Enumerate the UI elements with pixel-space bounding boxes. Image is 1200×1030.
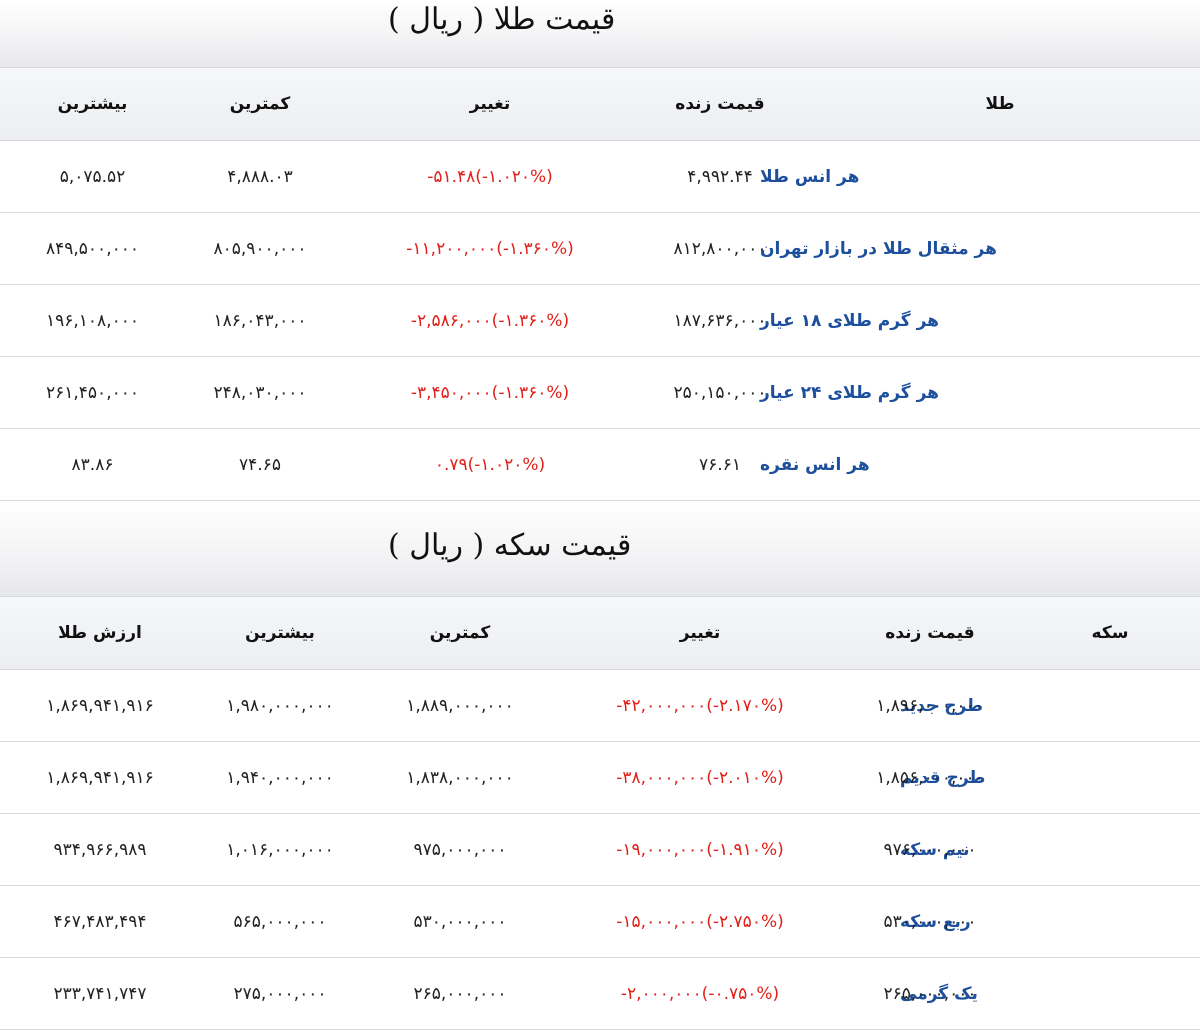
coin-row: نیم سکه ۹۷۶,۰۰۰,۰۰۰ -۱۹,۰۰۰,۰۰۰(-۱.۹۱۰%)…	[0, 814, 1200, 886]
live-price-cell: ۱,۸۹۶,۰۰۰,۰۰۰	[876, 695, 984, 716]
live-price-cell: ۲۶۵,۰۰۰,۰۰۰	[883, 983, 977, 1004]
coin-row: طرح قدیم ۱,۸۵۶,۰۰۰,۰۰۰ -۳۸,۰۰۰,۰۰۰(-۲.۰۱…	[0, 742, 1200, 814]
gold-row: هر مثقال طلا در بازار تهران ۸۱۲,۸۰۰,۰۰۰ …	[0, 213, 1200, 285]
min-cell: ۱۸۶,۰۴۳,۰۰۰	[213, 310, 307, 331]
change-cell: -۵۱.۴۸(-۱.۰۲۰%)	[427, 166, 553, 187]
min-cell: ۵۳۰,۰۰۰,۰۰۰	[413, 911, 507, 932]
min-cell: ۱,۸۳۸,۰۰۰,۰۰۰	[406, 767, 514, 788]
change-cell: -۳۸,۰۰۰,۰۰۰(-۲.۰۱۰%)	[616, 767, 784, 788]
live-price-cell: ۹۷۶,۰۰۰,۰۰۰	[883, 839, 977, 860]
gold-value-cell: ۹۳۴,۹۶۶,۹۸۹	[53, 839, 147, 860]
coin-row: طرح جدید ۱,۸۹۶,۰۰۰,۰۰۰ -۴۲,۰۰۰,۰۰۰(-۲.۱۷…	[0, 670, 1200, 742]
max-cell: ۲۷۵,۰۰۰,۰۰۰	[233, 983, 327, 1004]
gold-value-cell: ۱,۸۶۹,۹۴۱,۹۱۶	[46, 767, 154, 788]
change-cell: -۳,۴۵۰,۰۰۰(-۱.۳۶۰%)	[410, 382, 570, 403]
change-cell: -۱۱,۲۰۰,۰۰۰(-۱.۳۶۰%)	[406, 238, 574, 259]
gold-row: هر گرم طلای ۲۴ عیار ۲۵۰,۱۵۰,۰۰۰ -۳,۴۵۰,۰…	[0, 357, 1200, 429]
coin-header-min: کمترین	[429, 623, 491, 643]
change-cell: -۱۹,۰۰۰,۰۰۰(-۱.۹۱۰%)	[616, 839, 784, 860]
live-price-cell: ۵۳۰,۰۰۰,۰۰۰	[883, 911, 977, 932]
max-cell: ۲۶۱,۴۵۰,۰۰۰	[46, 382, 139, 403]
coin-header-live-price: قیمت زنده	[885, 623, 975, 643]
change-cell: -۴۲,۰۰۰,۰۰۰(-۲.۱۷۰%)	[616, 695, 784, 716]
gold-section-header: قیمت طلا ( ریال )	[0, 0, 1200, 68]
max-cell: ۵,۰۷۵.۵۲	[59, 166, 126, 187]
coin-row: یک گرمی ۲۶۵,۰۰۰,۰۰۰ -۲,۰۰۰,۰۰۰(-۰.۷۵۰%) …	[0, 958, 1200, 1030]
max-cell: ۱,۰۱۶,۰۰۰,۰۰۰	[226, 839, 334, 860]
min-cell: ۹۷۵,۰۰۰,۰۰۰	[413, 839, 507, 860]
min-cell: ۷۴.۶۵	[239, 454, 281, 475]
gold-value-cell: ۲۳۳,۷۴۱,۷۴۷	[53, 983, 147, 1004]
gold-header-min: کمترین	[229, 94, 291, 114]
min-cell: ۲۶۵,۰۰۰,۰۰۰	[413, 983, 507, 1004]
gold-header-live-price: قیمت زنده	[675, 94, 765, 114]
gold-header-max: بیشترین	[57, 94, 128, 114]
gold-header-name: طلا	[985, 94, 1015, 114]
max-cell: ۱,۹۴۰,۰۰۰,۰۰۰	[226, 767, 334, 788]
max-cell: ۸۴۹,۵۰۰,۰۰۰	[46, 238, 139, 259]
gold-section-title: قیمت طلا ( ریال )	[388, 2, 616, 37]
live-price-cell: ۴,۹۹۲.۴۴	[687, 166, 753, 187]
gold-item-link[interactable]: هر گرم طلای ۱۸ عیار	[760, 285, 1200, 356]
gold-header-change: تغییر	[469, 94, 511, 114]
max-cell: ۱,۹۸۰,۰۰۰,۰۰۰	[226, 695, 334, 716]
gold-row: هر انس نقره ۷۶.۶۱ ۰.۷۹(-۱.۰۲۰%) ۷۴.۶۵ ۸۳…	[0, 429, 1200, 501]
gold-item-link[interactable]: هر انس نقره	[760, 429, 1200, 500]
gold-table-header: طلا قیمت زنده تغییر کمترین بیشترین	[0, 68, 1200, 141]
gold-value-cell: ۱,۸۶۹,۹۴۱,۹۱۶	[46, 695, 154, 716]
max-cell: ۵۶۵,۰۰۰,۰۰۰	[233, 911, 327, 932]
gold-row: هر انس طلا ۴,۹۹۲.۴۴ -۵۱.۴۸(-۱.۰۲۰%) ۴,۸۸…	[0, 141, 1200, 213]
live-price-cell: ۱,۸۵۶,۰۰۰,۰۰۰	[876, 767, 984, 788]
live-price-cell: ۱۸۷,۶۳۶,۰۰۰	[673, 310, 767, 331]
live-price-cell: ۷۶.۶۱	[699, 454, 741, 475]
min-cell: ۴,۸۸۸.۰۳	[227, 166, 293, 187]
change-cell: -۲,۵۸۶,۰۰۰(-۱.۳۶۰%)	[410, 310, 570, 331]
coin-section-header: قیمت سکه ( ریال )	[0, 501, 1200, 597]
min-cell: ۱,۸۸۹,۰۰۰,۰۰۰	[406, 695, 514, 716]
max-cell: ۱۹۶,۱۰۸,۰۰۰	[46, 310, 139, 331]
gold-item-link[interactable]: هر انس طلا	[760, 141, 1200, 212]
coin-header-max: بیشترین	[245, 623, 315, 643]
live-price-cell: ۸۱۲,۸۰۰,۰۰۰	[673, 238, 767, 259]
max-cell: ۸۳.۸۶	[71, 454, 114, 475]
change-cell: ۰.۷۹(-۱.۰۲۰%)	[434, 454, 546, 475]
coin-header-change: تغییر	[679, 623, 721, 643]
coin-header-name: سکه	[1091, 623, 1129, 643]
coin-table-header: سکه قیمت زنده تغییر کمترین بیشترین ارزش …	[0, 597, 1200, 670]
coin-section-title: قیمت سکه ( ریال )	[388, 528, 632, 563]
min-cell: ۸۰۵,۹۰۰,۰۰۰	[213, 238, 307, 259]
gold-item-link[interactable]: هر گرم طلای ۲۴ عیار	[760, 357, 1200, 428]
gold-item-link[interactable]: هر مثقال طلا در بازار تهران	[760, 213, 1200, 284]
change-cell: -۲,۰۰۰,۰۰۰(-۰.۷۵۰%)	[620, 983, 780, 1004]
change-cell: -۱۵,۰۰۰,۰۰۰(-۲.۷۵۰%)	[616, 911, 784, 932]
gold-row: هر گرم طلای ۱۸ عیار ۱۸۷,۶۳۶,۰۰۰ -۲,۵۸۶,۰…	[0, 285, 1200, 357]
gold-value-cell: ۴۶۷,۴۸۳,۴۹۴	[53, 911, 147, 932]
coin-header-gold-value: ارزش طلا	[58, 623, 142, 643]
coin-row: ربع سکه ۵۳۰,۰۰۰,۰۰۰ -۱۵,۰۰۰,۰۰۰(-۲.۷۵۰%)…	[0, 886, 1200, 958]
live-price-cell: ۲۵۰,۱۵۰,۰۰۰	[673, 382, 767, 403]
min-cell: ۲۴۸,۰۳۰,۰۰۰	[213, 382, 307, 403]
